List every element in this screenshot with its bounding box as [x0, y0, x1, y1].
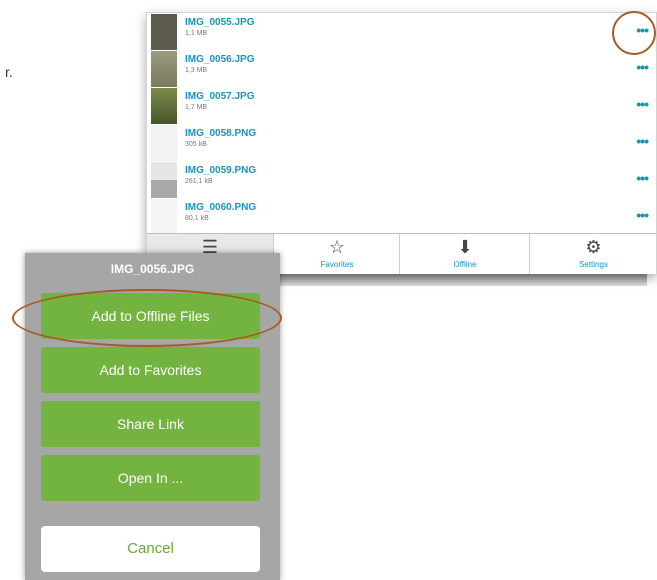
tab-label: Settings — [579, 260, 608, 269]
drop-shadow — [258, 274, 647, 286]
tab-favorites[interactable]: ☆ Favorites — [273, 234, 400, 274]
tab-offline[interactable]: ⬇ Offline — [399, 234, 530, 274]
highlight-ring-offline-button — [12, 289, 282, 347]
gear-icon: ⚙ — [585, 237, 602, 257]
file-name: IMG_0056.JPG — [185, 54, 255, 65]
stray-text: r. — [5, 64, 13, 80]
file-size: 80,1 kB — [185, 215, 209, 222]
action-sheet-title: IMG_0056.JPG — [110, 262, 195, 276]
thumbnail — [151, 199, 177, 235]
file-row[interactable]: IMG_0057.JPG 1,7 MB ••• — [147, 87, 656, 124]
file-size: 1,1 MB — [185, 30, 208, 37]
file-row[interactable]: IMG_0055.JPG 1,1 MB ••• — [147, 13, 656, 50]
more-options-icon[interactable]: ••• — [636, 171, 649, 185]
file-browser-frame: IMG_0055.JPG 1,1 MB ••• IMG_0056.JPG 1,3… — [146, 12, 657, 274]
thumbnail — [151, 125, 177, 161]
more-options-icon[interactable]: ••• — [636, 208, 649, 222]
more-options-icon[interactable]: ••• — [636, 134, 649, 148]
file-row[interactable]: IMG_0059.PNG 261,1 kB ••• — [147, 161, 656, 198]
cancel-button[interactable]: Cancel — [41, 526, 260, 572]
open-in-button[interactable]: Open In ... — [41, 455, 260, 501]
more-options-icon[interactable]: ••• — [636, 60, 649, 74]
share-link-button[interactable]: Share Link — [41, 401, 260, 447]
file-size: 1,7 MB — [185, 104, 208, 111]
thumbnail — [151, 14, 177, 50]
highlight-ring-more-button — [612, 11, 656, 55]
file-name: IMG_0059.PNG — [185, 165, 257, 176]
file-name: IMG_0058.PNG — [185, 128, 257, 139]
more-options-icon[interactable]: ••• — [636, 97, 649, 111]
file-row[interactable]: IMG_0058.PNG 305 kB ••• — [147, 124, 656, 161]
file-name: IMG_0055.JPG — [185, 17, 255, 28]
tab-settings[interactable]: ⚙ Settings — [529, 234, 657, 274]
file-name: IMG_0060.PNG — [185, 202, 257, 213]
tab-label: Offline — [453, 260, 477, 269]
download-icon: ⬇ — [457, 237, 473, 257]
thumbnail — [151, 88, 177, 124]
file-size: 261,1 kB — [185, 178, 213, 185]
file-row[interactable]: IMG_0056.JPG 1,3 MB ••• — [147, 50, 656, 87]
file-browser-screen: IMG_0055.JPG 1,1 MB ••• IMG_0056.JPG 1,3… — [144, 0, 657, 290]
add-to-favorites-button[interactable]: Add to Favorites — [41, 347, 260, 393]
star-icon: ☆ — [328, 237, 346, 257]
file-name: IMG_0057.JPG — [185, 91, 255, 102]
thumbnail — [151, 51, 177, 87]
file-size: 1,3 MB — [185, 67, 208, 74]
tab-label: Favorites — [320, 260, 354, 269]
file-row[interactable]: IMG_0060.PNG 80,1 kB ••• — [147, 198, 656, 235]
thumbnail — [151, 162, 177, 198]
file-size: 305 kB — [185, 141, 207, 148]
